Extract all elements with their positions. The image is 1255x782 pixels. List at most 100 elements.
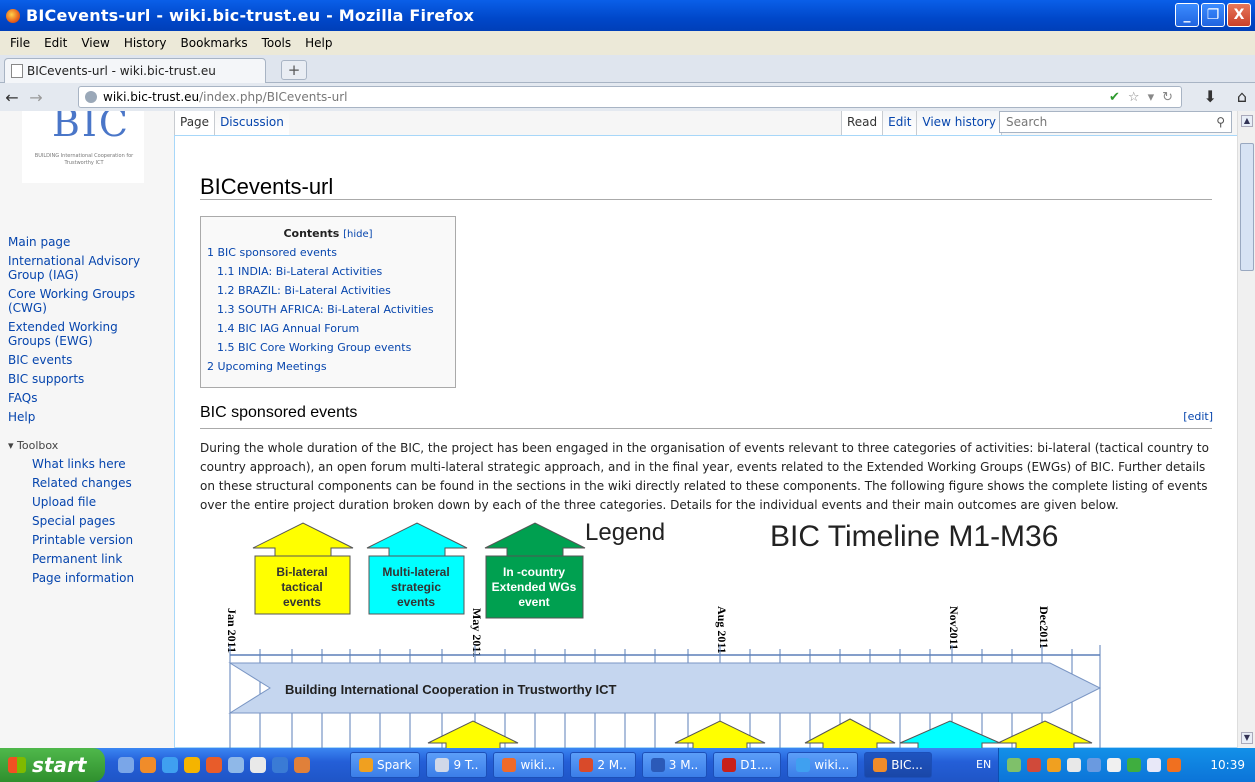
sidebar-item-ewg[interactable]: Extended Working Groups (EWG): [8, 320, 160, 348]
site-identity-icon[interactable]: [85, 91, 97, 103]
sidebar-item-cwg[interactable]: Core Working Groups (CWG): [8, 287, 160, 315]
taskbar-item-label: 2 M..: [597, 758, 627, 772]
tab-read[interactable]: Read: [841, 111, 883, 135]
dropdown-icon[interactable]: ▾: [1148, 90, 1155, 105]
close-button[interactable]: X: [1227, 3, 1251, 27]
toc-item[interactable]: 1.4 BIC IAG Annual Forum: [207, 322, 449, 335]
sidebar-item-bic-supports[interactable]: BIC supports: [8, 372, 160, 386]
bookmark-star-icon[interactable]: ☆: [1128, 90, 1140, 105]
menu-view[interactable]: View: [81, 36, 109, 50]
tab-page[interactable]: Page: [174, 111, 215, 135]
tray-icon[interactable]: [1067, 758, 1081, 772]
toc-item[interactable]: 1 BIC sponsored events: [207, 246, 449, 259]
download-icon[interactable]: ⬇: [1203, 87, 1216, 106]
date-label: Jan 2011: [225, 608, 239, 653]
sidebar-item-main-page[interactable]: Main page: [8, 235, 160, 249]
toolbox-page-information[interactable]: Page information: [32, 571, 134, 585]
scroll-up-icon[interactable]: ▲: [1241, 115, 1253, 127]
url-actions: ✔ ☆ ▾ ↻: [1109, 90, 1173, 105]
tray-icon[interactable]: [1107, 758, 1121, 772]
tab-edit[interactable]: Edit: [882, 111, 917, 135]
minimize-button[interactable]: _: [1175, 3, 1199, 27]
date-label: Nov2011: [947, 606, 961, 650]
new-tab-button[interactable]: +: [281, 60, 307, 80]
menu-file[interactable]: File: [10, 36, 30, 50]
toc-item[interactable]: 1.1 INDIA: Bi-Lateral Activities: [207, 265, 449, 278]
taskbar-item-label: wiki...: [520, 758, 556, 772]
word-icon: [650, 758, 665, 772]
taskbar-item[interactable]: 9 T..: [426, 752, 488, 778]
search-input[interactable]: Search ⚲: [999, 111, 1232, 133]
section-paragraph: During the whole duration of the BIC, th…: [200, 441, 1209, 512]
check-icon[interactable]: ✔: [1109, 90, 1120, 105]
home-icon[interactable]: ⌂: [1237, 87, 1247, 106]
quick-launch-icon[interactable]: [272, 757, 288, 773]
date-label: Dec2011: [1037, 606, 1051, 649]
tray-icon[interactable]: [1027, 758, 1041, 772]
tray-icon[interactable]: [1127, 758, 1141, 772]
quick-launch-icon[interactable]: [206, 757, 222, 773]
reload-icon[interactable]: ↻: [1162, 90, 1173, 105]
taskbar-item[interactable]: 2 M..: [570, 752, 636, 778]
toc-item[interactable]: 1.5 BIC Core Working Group events: [207, 341, 449, 354]
sidebar-item-iag[interactable]: International Advisory Group (IAG): [8, 254, 160, 282]
quick-launch-icon[interactable]: [184, 757, 200, 773]
scroll-down-icon[interactable]: ▼: [1241, 732, 1253, 744]
bic-logo[interactable]: BIC BUILDING International Cooperation f…: [22, 111, 144, 183]
quick-launch-icon[interactable]: [162, 757, 178, 773]
toc-item[interactable]: 2 Upcoming Meetings: [207, 360, 449, 373]
windows-logo-icon: [8, 757, 26, 773]
tray-icon[interactable]: [1167, 758, 1181, 772]
quick-launch-icon[interactable]: [118, 757, 134, 773]
toolbox-permanent-link[interactable]: Permanent link: [32, 552, 134, 566]
scrollbar-thumb[interactable]: [1240, 143, 1254, 271]
quick-launch-icon[interactable]: [250, 757, 266, 773]
menu-edit[interactable]: Edit: [44, 36, 67, 50]
toolbox-upload-file[interactable]: Upload file: [32, 495, 134, 509]
menu-history[interactable]: History: [124, 36, 167, 50]
start-label: start: [32, 753, 87, 777]
maximize-button[interactable]: ❐: [1201, 3, 1225, 27]
url-bar[interactable]: wiki.bic-trust.eu/index.php/BICevents-ur…: [78, 86, 1182, 108]
sidebar-item-faqs[interactable]: FAQs: [8, 391, 160, 405]
tray-icon[interactable]: [1047, 758, 1061, 772]
taskbar-item[interactable]: wiki...: [787, 752, 859, 778]
tray-icon[interactable]: [1007, 758, 1021, 772]
quick-launch-icon[interactable]: [140, 757, 156, 773]
taskbar-item[interactable]: D1....: [713, 752, 782, 778]
quick-launch-icon[interactable]: [294, 757, 310, 773]
forward-icon[interactable]: →: [24, 88, 48, 107]
toc-item[interactable]: 1.3 SOUTH AFRICA: Bi-Lateral Activities: [207, 303, 449, 316]
language-indicator[interactable]: EN: [976, 758, 991, 771]
tray-icon[interactable]: [1147, 758, 1161, 772]
start-button[interactable]: start: [0, 748, 105, 782]
toolbox-what-links-here[interactable]: What links here: [32, 457, 134, 471]
page-icon: [11, 64, 23, 78]
sidebar-item-help[interactable]: Help: [8, 410, 160, 424]
toc-item[interactable]: 1.2 BRAZIL: Bi-Lateral Activities: [207, 284, 449, 297]
taskbar-item[interactable]: 3 M..: [641, 752, 708, 778]
quick-launch-icon[interactable]: [228, 757, 244, 773]
tray-icon[interactable]: [1087, 758, 1101, 772]
taskbar-item[interactable]: wiki...: [493, 752, 565, 778]
firefox-logo-icon: [6, 8, 20, 23]
browser-tab[interactable]: BICevents-url - wiki.bic-trust.eu: [4, 58, 266, 83]
toolbox-related-changes[interactable]: Related changes: [32, 476, 134, 490]
menu-help[interactable]: Help: [305, 36, 332, 50]
menu-tools[interactable]: Tools: [262, 36, 292, 50]
search-icon[interactable]: ⚲: [1216, 115, 1225, 129]
sidebar-item-bic-events[interactable]: BIC events: [8, 353, 160, 367]
toolbox-heading[interactable]: ▾ Toolbox: [8, 439, 58, 452]
toolbox-special-pages[interactable]: Special pages: [32, 514, 134, 528]
back-icon[interactable]: ←: [0, 88, 24, 107]
section-edit-link[interactable]: [edit]: [1183, 410, 1213, 423]
taskbar-item[interactable]: BIC...: [864, 752, 932, 778]
menu-bookmarks[interactable]: Bookmarks: [181, 36, 248, 50]
tab-discussion[interactable]: Discussion: [214, 111, 289, 135]
taskbar-item[interactable]: Spark: [350, 752, 421, 778]
page-scrollbar[interactable]: ▲ ▼: [1237, 111, 1255, 748]
toolbox-printable-version[interactable]: Printable version: [32, 533, 134, 547]
clock[interactable]: 10:39: [1210, 758, 1245, 772]
tab-view-history[interactable]: View history: [916, 111, 1001, 135]
toc-hide-link[interactable]: [hide]: [343, 229, 372, 240]
